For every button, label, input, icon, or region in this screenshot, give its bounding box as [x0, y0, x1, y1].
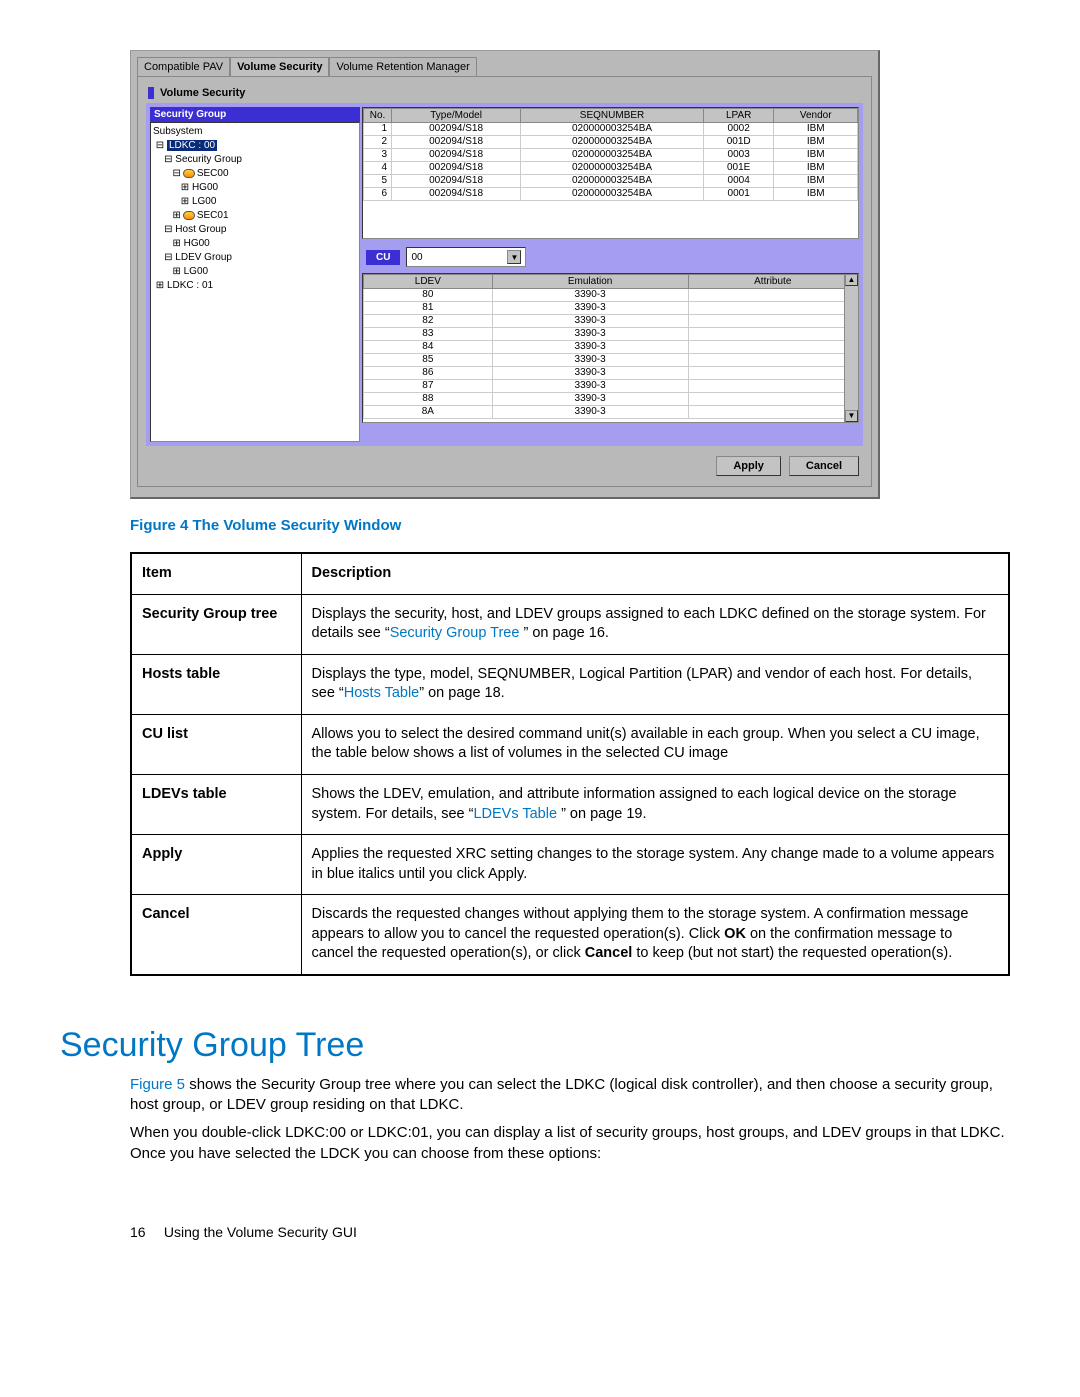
- hosts-col: LPAR: [703, 109, 774, 123]
- table-row: CU list Allows you to select the desired…: [131, 714, 1009, 774]
- tree-node-subsystem[interactable]: Subsystem: [153, 125, 357, 139]
- tree-node-hg00[interactable]: ⊞ HG00: [153, 181, 357, 195]
- page-number: 16: [130, 1224, 160, 1240]
- col-item: Item: [131, 553, 301, 594]
- tab-compatible-pav[interactable]: Compatible PAV: [137, 57, 230, 76]
- col-description: Description: [301, 553, 1009, 594]
- link-figure-5[interactable]: Figure 5: [130, 1076, 185, 1093]
- table-row[interactable]: 863390-3: [364, 367, 858, 380]
- table-row: Apply Applies the requested XRC setting …: [131, 835, 1009, 895]
- table-row[interactable]: 5002094/S18020000003254BA0004IBM: [364, 175, 858, 188]
- ldev-col: LDEV: [364, 275, 493, 289]
- tree-header: Security Group: [150, 107, 360, 122]
- page-footer: 16 Using the Volume Security GUI: [130, 1224, 1020, 1240]
- chevron-down-icon[interactable]: ▼: [507, 250, 521, 264]
- scrollbar[interactable]: ▲ ▼: [844, 274, 858, 422]
- cu-value: 00: [411, 252, 422, 263]
- scroll-down-icon[interactable]: ▼: [845, 410, 858, 422]
- tab-bar: Compatible PAV Volume Security Volume Re…: [137, 57, 872, 76]
- tree-node-ldkc00[interactable]: ⊟ LDKC : 00: [153, 139, 357, 153]
- table-row[interactable]: 853390-3: [364, 354, 858, 367]
- scroll-up-icon[interactable]: ▲: [845, 274, 858, 286]
- hosts-col: Vendor: [774, 109, 858, 123]
- tree-node-lg00[interactable]: ⊞ LG00: [153, 195, 357, 209]
- tree-node-sec01[interactable]: ⊞SEC01: [153, 209, 357, 223]
- link-security-group-tree[interactable]: Security Group Tree: [390, 625, 524, 641]
- tree-node-lg00b[interactable]: ⊞ LG00: [153, 265, 357, 279]
- table-row: Cancel Discards the requested changes wi…: [131, 895, 1009, 975]
- security-icon: [183, 169, 195, 178]
- tree-node-hg00b[interactable]: ⊞ HG00: [153, 237, 357, 251]
- table-row[interactable]: 883390-3: [364, 393, 858, 406]
- hosts-col: Type/Model: [392, 109, 521, 123]
- tree-node-ldev-group[interactable]: ⊟ LDEV Group: [153, 251, 357, 265]
- paragraph: When you double-click LDKC:00 or LDKC:01…: [130, 1123, 1010, 1164]
- table-row[interactable]: 823390-3: [364, 315, 858, 328]
- table-row[interactable]: 4002094/S18020000003254BA001EIBM: [364, 162, 858, 175]
- figure-caption: Figure 4 The Volume Security Window: [130, 517, 1020, 534]
- ldev-col: Emulation: [492, 275, 688, 289]
- table-row[interactable]: 6002094/S18020000003254BA0001IBM: [364, 188, 858, 201]
- section-heading: Security Group Tree: [60, 1026, 1020, 1065]
- table-row[interactable]: 833390-3: [364, 328, 858, 341]
- hosts-col: SEQNUMBER: [521, 109, 704, 123]
- hosts-table[interactable]: No.Type/ModelSEQNUMBERLPARVendor 1002094…: [362, 107, 859, 239]
- apply-button[interactable]: Apply: [716, 456, 781, 476]
- table-row: Security Group tree Displays the securit…: [131, 594, 1009, 654]
- table-row: Hosts table Displays the type, model, SE…: [131, 654, 1009, 714]
- description-table: Item Description Security Group tree Dis…: [130, 552, 1010, 976]
- paragraph: Figure 5 shows the Security Group tree w…: [130, 1075, 1010, 1116]
- table-row[interactable]: 803390-3: [364, 289, 858, 302]
- cu-select[interactable]: 00 ▼: [406, 247, 526, 267]
- tree-node-security-group[interactable]: ⊟ Security Group: [153, 153, 357, 167]
- panel-title: Volume Security: [146, 83, 863, 103]
- security-icon: [183, 211, 195, 220]
- panel-title-bar-icon: [148, 87, 154, 99]
- table-row[interactable]: 873390-3: [364, 380, 858, 393]
- table-row[interactable]: 3002094/S18020000003254BA0003IBM: [364, 149, 858, 162]
- table-row[interactable]: 2002094/S18020000003254BA001DIBM: [364, 136, 858, 149]
- panel-title-text: Volume Security: [160, 87, 245, 99]
- table-row[interactable]: 1002094/S18020000003254BA0002IBM: [364, 123, 858, 136]
- cu-label: CU: [366, 250, 400, 265]
- footer-title: Using the Volume Security GUI: [164, 1224, 357, 1240]
- ldevs-table[interactable]: LDEVEmulationAttribute 803390-3813390-38…: [362, 273, 859, 423]
- cancel-button[interactable]: Cancel: [789, 456, 859, 476]
- link-hosts-table[interactable]: Hosts Table: [344, 685, 420, 701]
- tab-volume-retention-manager[interactable]: Volume Retention Manager: [329, 57, 476, 76]
- volume-security-screenshot: Compatible PAV Volume Security Volume Re…: [130, 50, 880, 499]
- table-row[interactable]: 813390-3: [364, 302, 858, 315]
- tab-volume-security[interactable]: Volume Security: [230, 57, 329, 76]
- tree-node-sec00[interactable]: ⊟SEC00: [153, 167, 357, 181]
- table-row[interactable]: 8A3390-3: [364, 406, 858, 419]
- tree-node-ldkc01[interactable]: ⊞ LDKC : 01: [153, 279, 357, 293]
- table-row: LDEVs table Shows the LDEV, emulation, a…: [131, 774, 1009, 834]
- hosts-col: No.: [364, 109, 392, 123]
- ldev-col: Attribute: [688, 275, 857, 289]
- tree-node-host-group[interactable]: ⊟ Host Group: [153, 223, 357, 237]
- security-group-tree[interactable]: Subsystem ⊟ LDKC : 00 ⊟ Security Group ⊟…: [150, 122, 360, 442]
- link-ldevs-table[interactable]: LDEVs Table: [473, 806, 561, 822]
- table-row[interactable]: 843390-3: [364, 341, 858, 354]
